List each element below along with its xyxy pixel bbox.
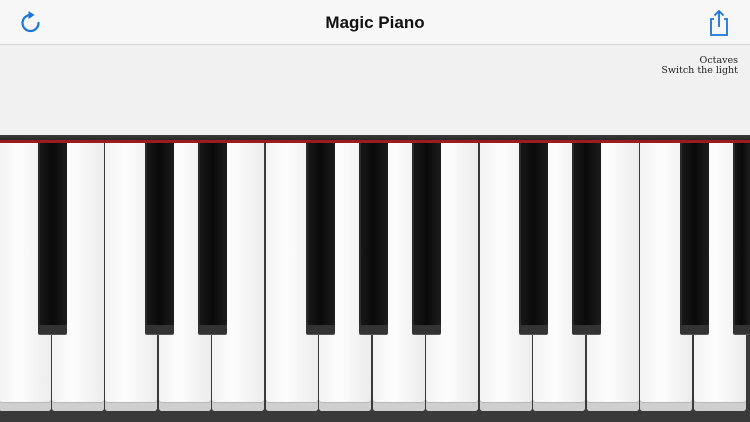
black-key[interactable]	[198, 143, 227, 334]
black-key[interactable]	[519, 143, 548, 334]
black-key[interactable]	[680, 143, 709, 334]
settings-panel: Octaves Switch the light	[0, 45, 750, 135]
black-key[interactable]	[359, 143, 388, 334]
navigation-bar: Magic Piano	[0, 0, 750, 45]
black-key[interactable]	[572, 143, 601, 334]
piano-keyboard	[0, 143, 750, 422]
share-icon	[704, 8, 734, 38]
black-key[interactable]	[412, 143, 441, 334]
black-key[interactable]	[145, 143, 174, 334]
switch-light-link[interactable]: Switch the light	[661, 66, 738, 76]
page-title: Magic Piano	[325, 13, 425, 32]
black-key[interactable]	[306, 143, 335, 334]
share-button[interactable]	[704, 8, 734, 38]
piano-app: Magic Piano Octaves Switch the light	[0, 0, 750, 422]
black-key[interactable]	[38, 143, 67, 334]
panel-links: Octaves Switch the light	[661, 56, 738, 76]
black-key[interactable]	[733, 143, 750, 334]
